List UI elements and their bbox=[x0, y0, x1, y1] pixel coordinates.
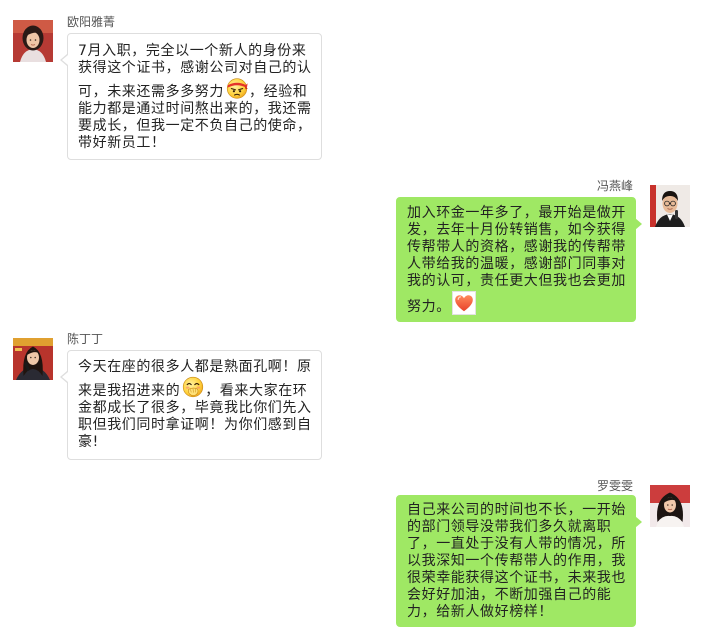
sender-name: 冯燕峰 bbox=[596, 179, 633, 193]
sender-name: 陈丁丁 bbox=[67, 332, 104, 346]
sender-avatar[interactable] bbox=[13, 20, 53, 62]
message-line: 今天在座的很多人都是熟面孔啊！原 bbox=[78, 359, 312, 375]
message-line: 要成长，但我一定不负自己的使命， bbox=[78, 118, 312, 134]
sender-avatar[interactable] bbox=[13, 338, 53, 380]
message-line: 金都成长了很多，毕竟我比你们先入 bbox=[78, 400, 312, 416]
message-text: ，看来大家在环 bbox=[205, 383, 308, 399]
message-text: ，经验和 bbox=[249, 84, 308, 100]
message-line: 职但我们同时拿证啊！为你们感到自 bbox=[78, 417, 312, 433]
message-line: 7月入职，完全以一个新人的身份来 bbox=[78, 43, 307, 59]
message-bubble[interactable]: 自己来公司的时间也不长，一开始 的部门领导没带我们多久就离职 了，一直处于没有人… bbox=[396, 495, 642, 627]
message-line: 豪! bbox=[78, 434, 99, 450]
message-bubble[interactable]: 7月入职，完全以一个新人的身份来 获得这个证书，感谢公司对自己的认 可，未来还需… bbox=[60, 33, 322, 160]
chat-history: 欧阳雅菁 7月入职，完全以一个新人的身份来 获得这个证书，感谢公司对自己的认 可… bbox=[0, 0, 717, 630]
message-bubble[interactable]: 加入环金一年多了，最开始是做开 发，去年十月份转销售，如今获得 传帮带人的资格，… bbox=[396, 197, 642, 322]
message-text: 努力。 bbox=[407, 299, 451, 315]
sender-name: 欧阳雅菁 bbox=[67, 15, 116, 29]
message-bubble[interactable]: 今天在座的很多人都是熟面孔啊！原 来是我招进来的 ，看来大家在环 金都成长了很多… bbox=[60, 350, 322, 460]
sender-name: 罗雯雯 bbox=[596, 479, 633, 493]
message-line: 会好好加油，不断加强自己的能 bbox=[407, 587, 612, 603]
message-line: 我的认可，责任更大但我也会更加 bbox=[407, 273, 626, 289]
message-line: 带好新员工！ bbox=[78, 135, 166, 151]
message-line: 来是我招进来的 ，看来大家在环 bbox=[78, 376, 313, 400]
message-text: 来是我招进来的 bbox=[78, 383, 181, 399]
message-text: 可，未来还需多多努力 bbox=[78, 84, 224, 100]
message-line: 人带给我的温暖，感谢部门同事对 bbox=[407, 256, 626, 272]
message-line: 加入环金一年多了，最开始是做开 bbox=[407, 205, 626, 221]
message-line: 的部门领导没带我们多久就离职 bbox=[407, 519, 612, 535]
message-line: 了，一直处于没有人带的情况，所 bbox=[407, 536, 626, 552]
message-line: 自己来公司的时间也不长，一开始 bbox=[407, 502, 626, 518]
message-line: 努力。 bbox=[407, 290, 627, 316]
message-line: 发，去年十月份转销售，如今获得 bbox=[407, 222, 626, 238]
message-line: 以我深知一个传帮带人的作用，我 bbox=[407, 553, 626, 569]
message-line: 可，未来还需多多努力 ，经验和 bbox=[78, 77, 313, 101]
sender-avatar[interactable] bbox=[650, 485, 690, 527]
heart-icon bbox=[451, 291, 476, 315]
message-line: 传帮带人的资格，感谢我的传帮带 bbox=[407, 239, 626, 255]
message-line: 获得这个证书，感谢公司对自己的认 bbox=[78, 60, 312, 76]
sender-avatar[interactable] bbox=[650, 185, 690, 227]
message-line: 力，给新人做好榜样！ bbox=[407, 604, 553, 620]
fighting-face-icon bbox=[226, 77, 248, 99]
message-line: 很荣幸能获得这个证书，未来我也 bbox=[407, 570, 626, 586]
chuckle-face-icon bbox=[182, 376, 204, 398]
message-line: 能力都是通过时间熬出来的，我还需 bbox=[78, 101, 312, 117]
